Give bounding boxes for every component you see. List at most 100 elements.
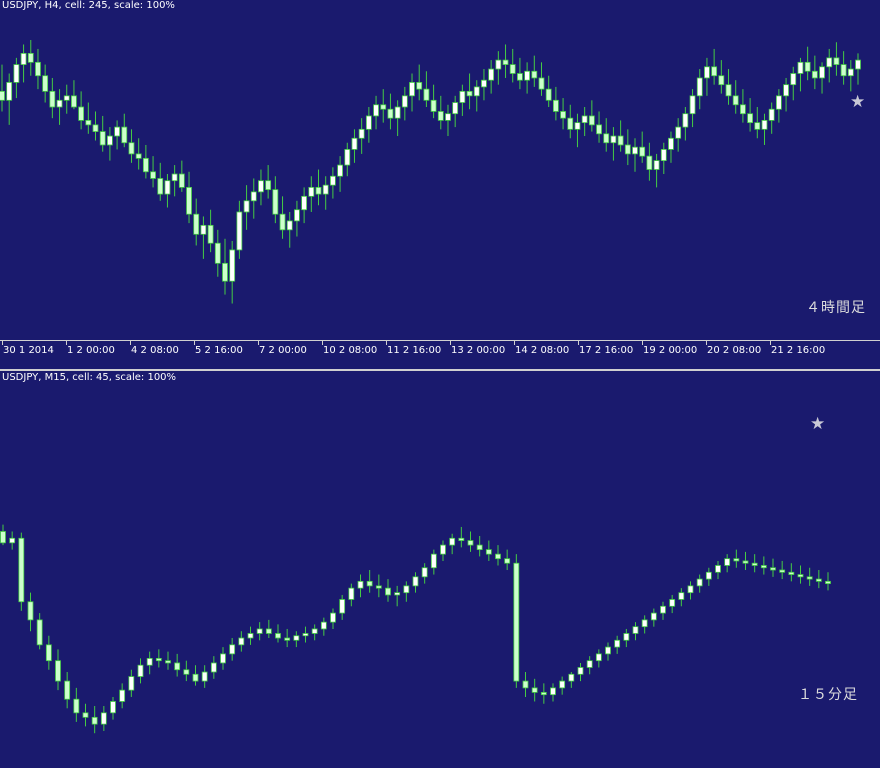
candle-body — [100, 712, 107, 725]
candle-h4-112 — [804, 46, 811, 81]
candle-body — [552, 99, 559, 112]
candle-m15-29 — [265, 619, 272, 639]
candle-m15-90 — [825, 572, 831, 591]
candle-body — [452, 102, 459, 115]
m15-chart-title: USDJPY, M15, cell: 45, scale: 100% — [2, 372, 177, 383]
candle-body — [165, 660, 171, 664]
candle-m15-11 — [100, 706, 107, 731]
candle-body — [540, 692, 547, 696]
candle-body — [394, 592, 401, 596]
candle-m15-5 — [45, 635, 52, 670]
candle-body — [293, 635, 300, 641]
candle-h4-29 — [207, 209, 214, 253]
candle-body — [855, 59, 861, 70]
candle-body — [675, 126, 682, 139]
h4-candles-svg[interactable] — [0, 0, 880, 340]
candle-body — [200, 224, 207, 235]
candle-body — [110, 701, 116, 714]
candle-h4-95 — [682, 107, 689, 141]
candle-h4-48 — [344, 142, 351, 177]
candle-h4-119 — [855, 53, 861, 85]
candle-body — [504, 558, 511, 564]
candle-m15-28 — [256, 622, 263, 641]
candle-body — [0, 90, 5, 101]
candle-h4-47 — [337, 156, 343, 192]
candle-h4-12 — [85, 102, 92, 134]
candle-body — [509, 64, 516, 74]
candle-body — [641, 619, 648, 628]
candle-body — [121, 126, 128, 144]
candle-h4-60 — [430, 84, 437, 119]
candle-body — [128, 142, 135, 155]
candle-h4-115 — [826, 48, 833, 83]
candle-body — [193, 213, 200, 235]
candle-m15-49 — [449, 533, 456, 555]
candle-h4-70 — [502, 44, 509, 78]
candle-body — [502, 59, 509, 65]
candle-body — [91, 716, 98, 725]
candle-h4-64 — [459, 84, 466, 116]
candle-body — [669, 599, 676, 607]
candle-h4-102 — [732, 80, 739, 114]
candle-body — [632, 146, 638, 155]
candle-body — [330, 612, 336, 623]
candle-h4-37 — [265, 165, 272, 199]
candle-h4-104 — [747, 98, 754, 132]
candle-body — [258, 180, 264, 193]
candle-h4-105 — [754, 107, 761, 139]
candle-m15-23 — [210, 656, 217, 679]
panel-separator[interactable] — [0, 369, 880, 371]
candle-body — [481, 79, 487, 88]
candle-h4-15 — [106, 127, 113, 161]
candle-m15-9 — [82, 703, 89, 727]
candle-h4-79 — [567, 104, 574, 139]
candle-h4-30 — [214, 229, 221, 277]
candle-h4-18 — [128, 129, 135, 163]
candle-m15-85 — [779, 560, 786, 580]
candle-m15-51 — [467, 531, 474, 552]
candle-body — [711, 66, 718, 77]
time-axis-label: 14 2 08:00 — [515, 345, 570, 356]
candle-body — [247, 633, 254, 639]
candle-body — [742, 560, 749, 564]
candle-h4-39 — [279, 196, 286, 239]
candle-h4-2 — [13, 57, 20, 99]
m15-chart-panel[interactable]: USDJPY, M15, cell: 45, scale: 100% １５分足 … — [0, 372, 880, 768]
candle-body — [513, 562, 520, 682]
candle-m15-45 — [412, 572, 419, 593]
candle-h4-32 — [229, 241, 236, 304]
candle-m15-43 — [394, 585, 401, 607]
candle-body — [214, 242, 221, 264]
candle-h4-25 — [178, 160, 185, 192]
candle-m15-2 — [18, 532, 25, 611]
candle-m15-83 — [760, 556, 767, 575]
candle-body — [704, 66, 710, 79]
candle-m15-62 — [568, 672, 575, 688]
candle-body — [430, 99, 437, 112]
candle-body — [99, 131, 106, 146]
candle-body — [595, 653, 602, 662]
candle-h4-116 — [833, 42, 840, 76]
candle-body — [315, 186, 322, 195]
candle-body — [348, 587, 355, 600]
candle-body — [768, 108, 775, 121]
candle-body — [632, 626, 639, 634]
candle-h4-77 — [552, 86, 559, 121]
candle-h4-43 — [308, 176, 315, 212]
candle-body — [192, 673, 199, 682]
candle-h4-55 — [394, 100, 401, 137]
candle-body — [375, 585, 382, 589]
candle-body — [0, 531, 6, 544]
candle-body — [586, 660, 593, 668]
candle-body — [385, 587, 391, 596]
m15-candles-svg[interactable] — [0, 372, 880, 768]
candle-h4-88 — [632, 138, 638, 172]
candle-h4-38 — [272, 176, 279, 224]
candle-h4-22 — [157, 162, 164, 201]
candle-body — [617, 135, 624, 146]
candle-m15-55 — [504, 549, 511, 571]
candle-h4-87 — [624, 129, 631, 166]
time-axis-label: 5 2 16:00 — [195, 345, 243, 356]
h4-chart-panel[interactable]: USDJPY, H4, cell: 245, scale: 100% ４時間足 … — [0, 0, 880, 340]
candle-h4-40 — [286, 211, 293, 248]
